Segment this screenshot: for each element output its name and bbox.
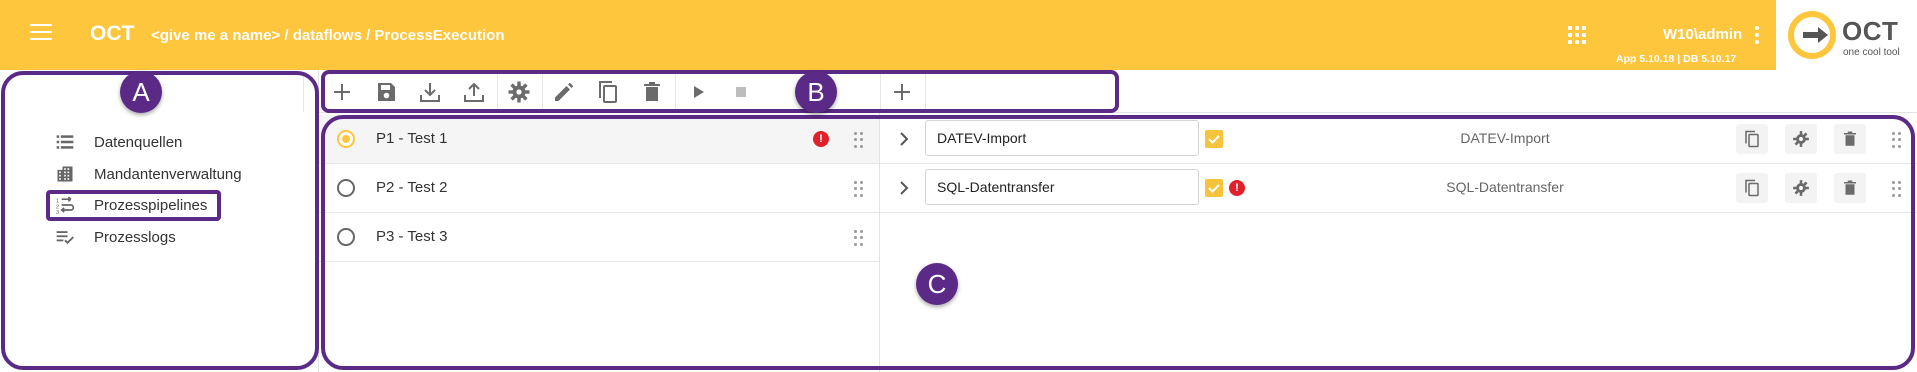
annotation-region-c: [321, 115, 1915, 370]
logo: OCT one cool tool: [1776, 0, 1917, 70]
breadcrumb: <give me a name> / dataflows / ProcessEx…: [151, 27, 505, 44]
more-vert-icon[interactable]: [1754, 26, 1760, 44]
app-title[interactable]: OCT: [90, 22, 134, 46]
top-app-bar: OCT <give me a name> / dataflows / Proce…: [0, 0, 1917, 70]
annotation-label-b: B: [795, 71, 837, 113]
user-name[interactable]: W10\admin: [1663, 26, 1742, 43]
apps-grid-icon[interactable]: [1568, 26, 1586, 44]
version-info: App 5.10.18 | DB 5.10.17: [1616, 53, 1737, 65]
annotation-label-c: C: [916, 263, 958, 305]
menu-icon[interactable]: [30, 24, 52, 40]
logo-subtext: one cool tool: [1843, 47, 1900, 58]
annotation-region-b: [321, 70, 1119, 113]
annotation-label-a: A: [120, 71, 162, 113]
annotation-region-a: [1, 71, 319, 370]
logo-text: OCT: [1842, 16, 1899, 46]
logo-mark-icon: [1788, 11, 1836, 59]
